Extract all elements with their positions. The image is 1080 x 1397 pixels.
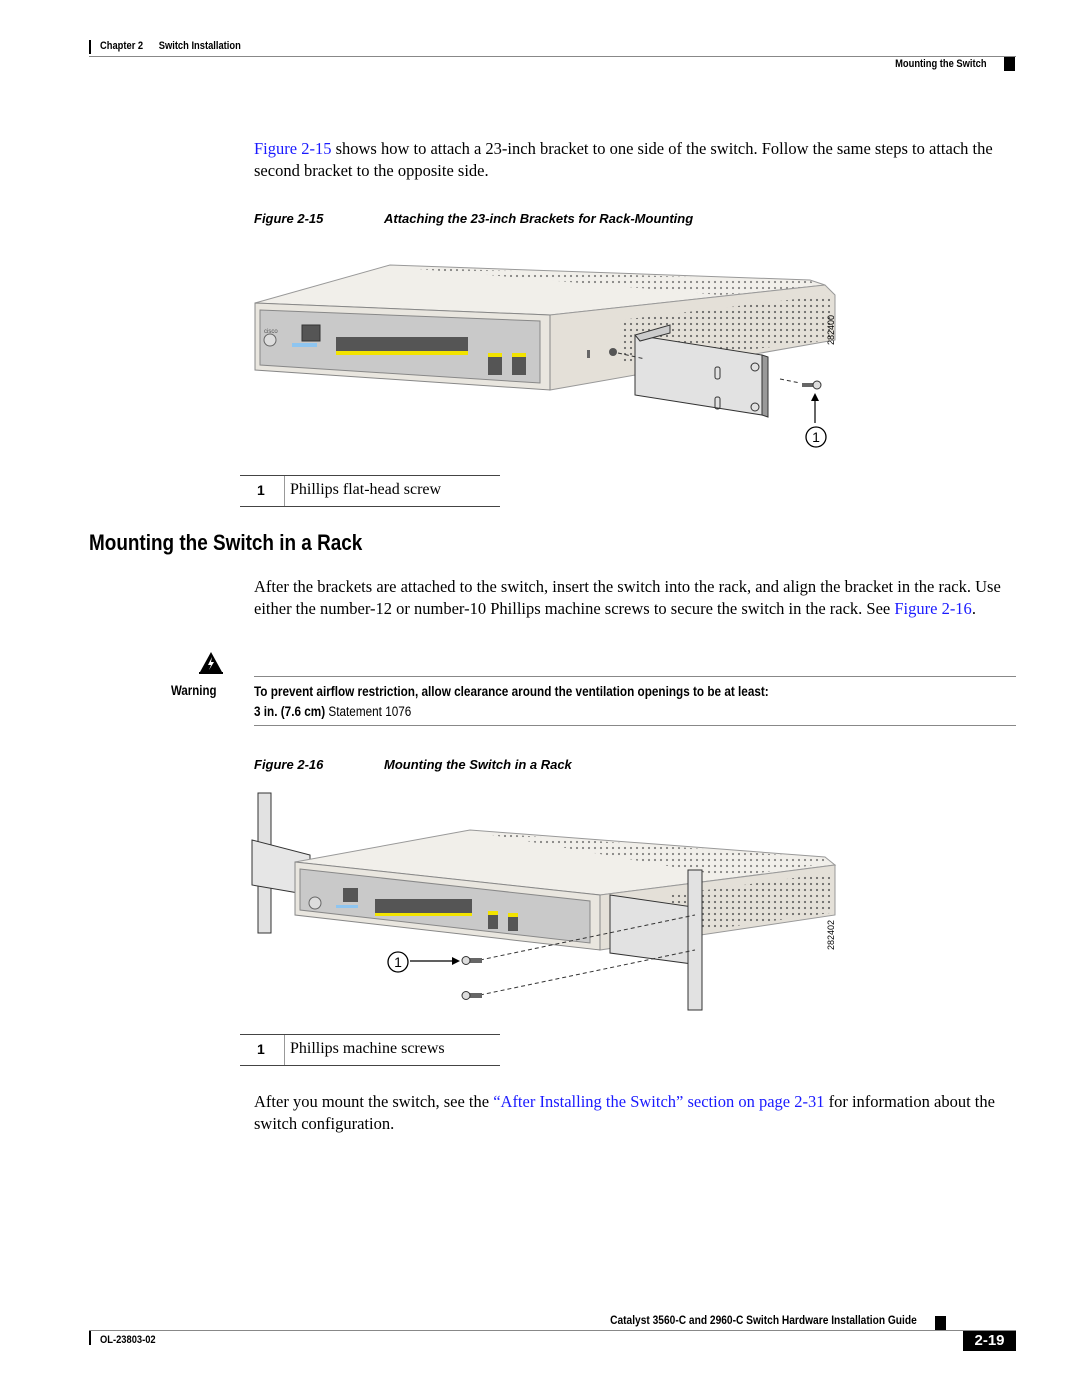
figure-number: Figure 2-16 xyxy=(254,757,324,772)
header-bar xyxy=(89,40,91,54)
warning-bottom-rule xyxy=(254,725,1016,726)
figure-title: Attaching the 23-inch Brackets for Rack-… xyxy=(384,211,694,226)
figure-2-16-caption: Figure 2-16 Mounting the Switch in a Rack xyxy=(254,757,572,772)
warning-text: To prevent airflow restriction, allow cl… xyxy=(254,682,769,722)
art-id: 282402 xyxy=(826,920,836,950)
figure-number: Figure 2-15 xyxy=(254,211,324,226)
figure-2-16-link[interactable]: Figure 2-16 xyxy=(894,599,971,618)
section-text-end: . xyxy=(971,599,976,618)
figure-2-15-illustration: cisco 1 282400 xyxy=(254,264,836,448)
intro-text: shows how to attach a 23-inch bracket to… xyxy=(254,139,993,180)
warning-label: Warning xyxy=(171,683,217,698)
figure-2-15-caption: Figure 2-15 Attaching the 23-inch Bracket… xyxy=(254,211,693,226)
figure-2-16-legend: 1 Phillips machine screws xyxy=(240,1034,500,1066)
intro-paragraph: Figure 2-15 shows how to attach a 23-inc… xyxy=(254,138,1016,182)
callout-number: 1 xyxy=(394,954,402,970)
closing-text-pre: After you mount the switch, see the xyxy=(254,1092,494,1111)
footer-doc-number: OL-23803-02 xyxy=(100,1334,156,1346)
page-number: 2-19 xyxy=(963,1331,1016,1351)
warning-triangle-icon xyxy=(199,652,223,674)
footer-guide-title: Catalyst 3560-C and 2960-C Switch Hardwa… xyxy=(610,1313,917,1327)
header-chapter: Chapter 2 Switch Installation xyxy=(100,40,241,52)
legend-separator xyxy=(284,476,285,506)
legend-text: Phillips flat-head screw xyxy=(290,481,442,498)
legend-number: 1 xyxy=(257,482,265,498)
footer-bar xyxy=(89,1331,91,1345)
screw-icon xyxy=(802,380,822,390)
screw-icon xyxy=(461,956,482,965)
closing-paragraph: After you mount the switch, see the “Aft… xyxy=(254,1091,1016,1135)
legend-text: Phillips machine screws xyxy=(290,1040,445,1057)
warning-top-rule xyxy=(254,676,1016,677)
section-paragraph: After the brackets are attached to the s… xyxy=(254,576,1016,620)
footer-block xyxy=(935,1316,946,1330)
warning-statement: Statement 1076 xyxy=(325,704,412,719)
after-installing-link[interactable]: “After Installing the Switch” section on… xyxy=(493,1092,824,1111)
section-heading: Mounting the Switch in a Rack xyxy=(89,530,363,555)
warning-line-1: To prevent airflow restriction, allow cl… xyxy=(254,684,769,699)
legend-separator xyxy=(284,1035,285,1065)
figure-2-16-illustration: 1 282402 xyxy=(251,792,837,1011)
legend-number: 1 xyxy=(257,1041,265,1057)
header-section: Mounting the Switch xyxy=(895,58,987,70)
header-block xyxy=(1004,57,1015,71)
callout-number: 1 xyxy=(812,429,820,445)
figure-2-15-link[interactable]: Figure 2-15 xyxy=(254,139,331,158)
warning-line-2-bold: 3 in. (7.6 cm) xyxy=(254,704,326,719)
header-rule xyxy=(89,56,1016,57)
section-text: After the brackets are attached to the s… xyxy=(254,577,1001,618)
figure-title: Mounting the Switch in a Rack xyxy=(384,757,572,772)
art-id: 282400 xyxy=(826,315,836,345)
figure-2-15-legend: 1 Phillips flat-head screw xyxy=(240,475,500,507)
screw-icon xyxy=(461,991,482,1000)
footer-rule xyxy=(89,1330,1016,1331)
